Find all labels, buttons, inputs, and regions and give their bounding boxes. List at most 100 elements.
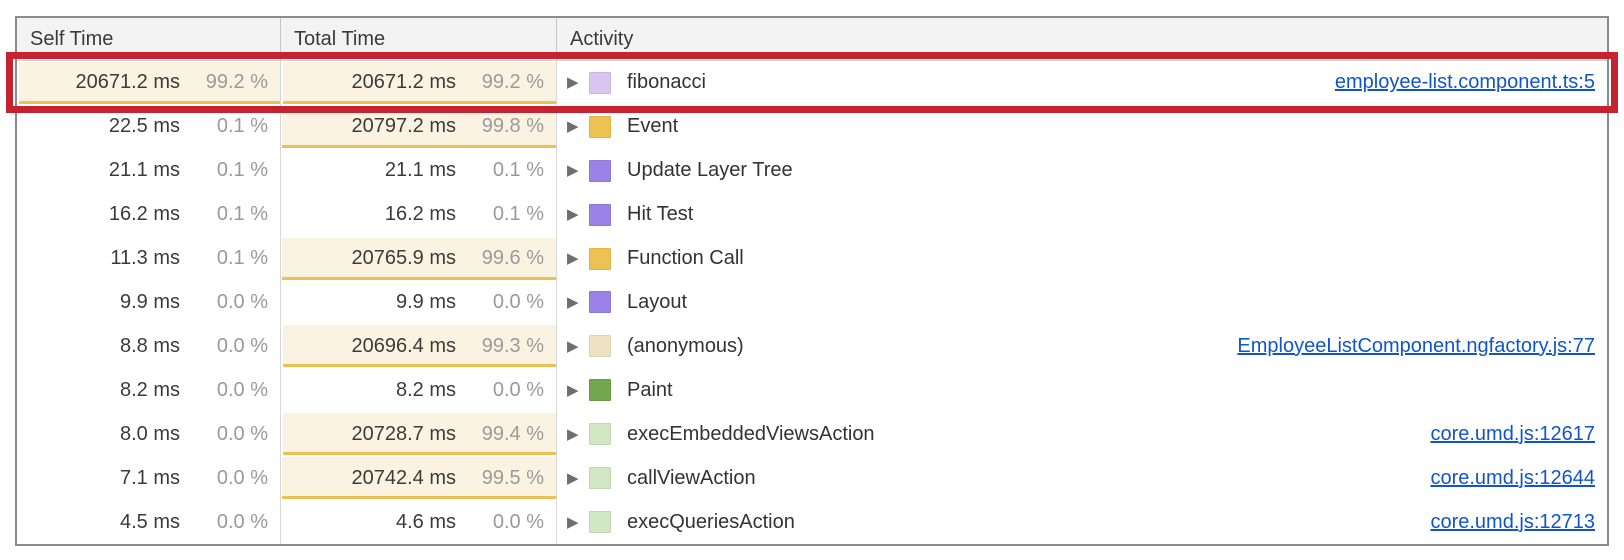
total-time-cell: 8.2 ms 0.0 % xyxy=(281,368,557,412)
self-time-value: 4.5 ms xyxy=(120,511,180,534)
self-time-percent: 0.0 % xyxy=(180,379,268,402)
category-swatch-icon xyxy=(589,291,611,313)
activity-cell: ▶ Layout xyxy=(557,281,1607,325)
table-row[interactable]: 4.5 ms 0.0 % 4.6 ms 0.0 % ▶ execQueriesA… xyxy=(17,500,1607,544)
table-row[interactable]: 11.3 ms 0.1 % 20765.9 ms 99.6 % ▶ Functi… xyxy=(17,237,1607,281)
self-time-cell: 8.0 ms 0.0 % xyxy=(17,412,281,456)
expand-arrow-icon[interactable]: ▶ xyxy=(567,383,589,398)
activity-cell: ▶ (anonymous) EmployeeListComponent.ngfa… xyxy=(557,324,1607,368)
expand-arrow-icon[interactable]: ▶ xyxy=(567,75,589,90)
self-time-percent: 0.1 % xyxy=(180,247,268,270)
column-header-activity-label: Activity xyxy=(570,28,633,51)
table-row[interactable]: 22.5 ms 0.1 % 20797.2 ms 99.8 % ▶ Event xyxy=(17,105,1607,149)
category-swatch-icon xyxy=(589,379,611,401)
column-header-total-time-label: Total Time xyxy=(294,28,385,51)
total-time-percent: 99.5 % xyxy=(456,467,544,490)
source-location-link[interactable]: employee-list.component.ts:5 xyxy=(1315,71,1595,94)
table-row[interactable]: 20671.2 ms 99.2 % 20671.2 ms 99.2 % ▶ fi… xyxy=(17,61,1607,105)
column-header-self-time-label: Self Time xyxy=(30,28,113,51)
self-time-percent: 0.0 % xyxy=(180,511,268,534)
table-row[interactable]: 8.8 ms 0.0 % 20696.4 ms 99.3 % ▶ (anonym… xyxy=(17,324,1607,368)
activity-label: callViewAction xyxy=(627,467,756,490)
table-row[interactable]: 21.1 ms 0.1 % 21.1 ms 0.1 % ▶ Update Lay… xyxy=(17,149,1607,193)
self-time-cell: 16.2 ms 0.1 % xyxy=(17,193,281,237)
column-header-total-time[interactable]: Total Time xyxy=(281,18,557,60)
activity-label: (anonymous) xyxy=(627,335,744,358)
total-time-percent: 99.2 % xyxy=(456,71,544,94)
expand-arrow-icon[interactable]: ▶ xyxy=(567,471,589,486)
total-time-cell: 20765.9 ms 99.6 % xyxy=(281,237,557,281)
category-swatch-icon xyxy=(589,160,611,182)
activity-cell: ▶ callViewAction core.umd.js:12644 xyxy=(557,456,1607,500)
category-swatch-icon xyxy=(589,116,611,138)
bottom-up-data-grid: Self Time Total Time Activity 20671.2 ms… xyxy=(15,16,1609,546)
category-swatch-icon xyxy=(589,248,611,270)
table-row[interactable]: 8.2 ms 0.0 % 8.2 ms 0.0 % ▶ Paint xyxy=(17,368,1607,412)
self-time-percent: 0.1 % xyxy=(180,203,268,226)
expand-arrow-icon[interactable]: ▶ xyxy=(567,119,589,134)
table-row[interactable]: 8.0 ms 0.0 % 20728.7 ms 99.4 % ▶ execEmb… xyxy=(17,412,1607,456)
expand-arrow-icon[interactable]: ▶ xyxy=(567,427,589,442)
total-time-cell: 20728.7 ms 99.4 % xyxy=(281,412,557,456)
total-time-value: 8.2 ms xyxy=(396,379,456,402)
self-time-cell: 11.3 ms 0.1 % xyxy=(17,237,281,281)
self-time-cell: 4.5 ms 0.0 % xyxy=(17,500,281,544)
expand-arrow-icon[interactable]: ▶ xyxy=(567,163,589,178)
total-time-value: 20742.4 ms xyxy=(351,467,456,490)
category-swatch-icon xyxy=(589,204,611,226)
category-swatch-icon xyxy=(589,511,611,533)
total-time-value: 20765.9 ms xyxy=(351,247,456,270)
total-time-value: 4.6 ms xyxy=(396,511,456,534)
column-header-activity[interactable]: Activity xyxy=(557,18,1607,60)
self-time-value: 16.2 ms xyxy=(109,203,180,226)
self-time-value: 11.3 ms xyxy=(110,247,180,270)
category-swatch-icon xyxy=(589,423,611,445)
self-time-percent: 0.1 % xyxy=(180,115,268,138)
total-time-cell: 20742.4 ms 99.5 % xyxy=(281,456,557,500)
self-time-value: 9.9 ms xyxy=(120,291,180,314)
total-time-percent: 0.0 % xyxy=(456,291,544,314)
source-location-link[interactable]: core.umd.js:12713 xyxy=(1410,511,1595,534)
total-time-percent: 99.8 % xyxy=(456,115,544,138)
self-time-percent: 0.0 % xyxy=(180,335,268,358)
data-grid-header: Self Time Total Time Activity xyxy=(17,18,1607,61)
activity-cell: ▶ Event xyxy=(557,105,1607,149)
activity-label: Paint xyxy=(627,379,673,402)
activity-cell: ▶ Function Call xyxy=(557,237,1607,281)
expand-arrow-icon[interactable]: ▶ xyxy=(567,339,589,354)
table-row[interactable]: 16.2 ms 0.1 % 16.2 ms 0.1 % ▶ Hit Test xyxy=(17,193,1607,237)
expand-arrow-icon[interactable]: ▶ xyxy=(567,295,589,310)
self-time-percent: 99.2 % xyxy=(180,71,268,94)
category-swatch-icon xyxy=(589,335,611,357)
self-time-percent: 0.0 % xyxy=(180,467,268,490)
activity-label: Function Call xyxy=(627,247,744,270)
activity-cell: ▶ fibonacci employee-list.component.ts:5 xyxy=(557,61,1607,105)
total-time-value: 20728.7 ms xyxy=(351,423,456,446)
total-time-cell: 16.2 ms 0.1 % xyxy=(281,193,557,237)
expand-arrow-icon[interactable]: ▶ xyxy=(567,515,589,530)
table-row[interactable]: 7.1 ms 0.0 % 20742.4 ms 99.5 % ▶ callVie… xyxy=(17,456,1607,500)
total-time-value: 21.1 ms xyxy=(385,159,456,182)
self-time-cell: 21.1 ms 0.1 % xyxy=(17,149,281,193)
total-time-cell: 21.1 ms 0.1 % xyxy=(281,149,557,193)
total-time-percent: 99.4 % xyxy=(456,423,544,446)
self-time-value: 7.1 ms xyxy=(120,467,180,490)
self-time-cell: 8.2 ms 0.0 % xyxy=(17,368,281,412)
expand-arrow-icon[interactable]: ▶ xyxy=(567,207,589,222)
total-time-value: 9.9 ms xyxy=(396,291,456,314)
source-location-link[interactable]: core.umd.js:12617 xyxy=(1410,423,1595,446)
activity-label: Update Layer Tree xyxy=(627,159,793,182)
total-time-cell: 20696.4 ms 99.3 % xyxy=(281,324,557,368)
table-row[interactable]: 9.9 ms 0.0 % 9.9 ms 0.0 % ▶ Layout xyxy=(17,281,1607,325)
activity-cell: ▶ execQueriesAction core.umd.js:12713 xyxy=(557,500,1607,544)
source-location-link[interactable]: core.umd.js:12644 xyxy=(1410,467,1595,490)
total-time-cell: 20671.2 ms 99.2 % xyxy=(281,61,557,105)
self-time-percent: 0.0 % xyxy=(180,291,268,314)
expand-arrow-icon[interactable]: ▶ xyxy=(567,251,589,266)
activity-label: fibonacci xyxy=(627,71,706,94)
column-header-self-time[interactable]: Self Time xyxy=(17,18,281,60)
category-swatch-icon xyxy=(589,467,611,489)
activity-label: Event xyxy=(627,115,678,138)
source-location-link[interactable]: EmployeeListComponent.ngfactory.js:77 xyxy=(1217,335,1595,358)
self-time-percent: 0.1 % xyxy=(180,159,268,182)
